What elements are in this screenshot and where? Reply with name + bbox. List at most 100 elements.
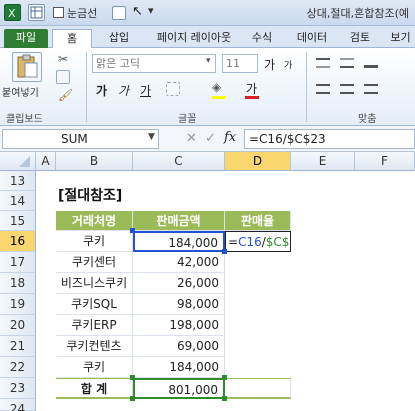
header-ratio[interactable]: 판매율 bbox=[225, 211, 291, 231]
column-header-e[interactable]: E bbox=[291, 152, 355, 171]
svg-text:X: X bbox=[8, 7, 16, 20]
fill-color-icon[interactable]: ◈ bbox=[212, 80, 221, 94]
title-bar: X 눈금선 ↖ ▾ 상대,절대,혼합참조(예 bbox=[0, 0, 415, 26]
name-box[interactable]: SUM bbox=[2, 129, 159, 149]
column-header-b[interactable]: B bbox=[56, 152, 133, 171]
font-name-combo[interactable]: 맑은 고딕 bbox=[92, 54, 216, 73]
ribbon-separator bbox=[306, 52, 307, 122]
sheet-title: [절대참조] bbox=[58, 188, 123, 204]
qat-customize-icon[interactable]: ▾ bbox=[148, 4, 154, 17]
client-cell[interactable]: 쿠키SQL bbox=[56, 294, 133, 315]
tab-file[interactable]: 파일 bbox=[4, 29, 48, 48]
row-header-21[interactable]: 21 bbox=[0, 336, 36, 357]
sales-cell[interactable]: 69,000 bbox=[133, 336, 225, 357]
shrink-font-icon[interactable]: 가 bbox=[284, 58, 292, 71]
paste-icon[interactable] bbox=[12, 52, 42, 82]
active-cell-d16[interactable]: =C16/$C$23 bbox=[225, 231, 291, 252]
row-header-14[interactable]: 14 bbox=[0, 191, 36, 211]
sales-cell[interactable]: 98,000 bbox=[133, 294, 225, 315]
client-cell[interactable]: 쿠키컨텐츠 bbox=[56, 336, 133, 357]
align-middle-icon[interactable] bbox=[340, 58, 354, 68]
excel-app-icon[interactable]: X bbox=[4, 4, 21, 21]
insert-function-icon[interactable]: fx bbox=[224, 130, 236, 145]
fill-color-swatch bbox=[212, 96, 226, 99]
tab-home[interactable]: 홈 bbox=[52, 29, 92, 48]
row-header-18[interactable]: 18 bbox=[0, 273, 36, 294]
column-header-d[interactable]: D bbox=[225, 152, 291, 171]
gridlines-checkbox[interactable] bbox=[53, 7, 64, 18]
sales-cell[interactable]: 42,000 bbox=[133, 252, 225, 273]
paste-button[interactable]: 붙여넣기 bbox=[2, 84, 39, 99]
row-header-22[interactable]: 22 bbox=[0, 357, 36, 378]
row-header-23[interactable]: 23 bbox=[0, 378, 36, 399]
align-right-icon[interactable] bbox=[364, 84, 378, 94]
client-cell[interactable]: 쿠키 bbox=[56, 231, 133, 252]
tab-page-layout[interactable]: 페이지 레이아웃 bbox=[146, 29, 242, 48]
tab-view[interactable]: 보기 bbox=[386, 29, 415, 48]
borders-icon[interactable] bbox=[166, 82, 180, 96]
row-header-17[interactable]: 17 bbox=[0, 252, 36, 273]
total-label[interactable]: 합 계 bbox=[56, 378, 133, 399]
name-box-value: SUM bbox=[61, 132, 88, 146]
underline-button[interactable]: 가 bbox=[140, 82, 151, 99]
tab-review[interactable]: 검토 bbox=[344, 29, 376, 48]
column-header-c[interactable]: C bbox=[133, 152, 225, 171]
row-header-20[interactable]: 20 bbox=[0, 315, 36, 336]
font-color-icon[interactable]: 가 bbox=[246, 80, 257, 97]
tab-insert[interactable]: 삽입 bbox=[102, 29, 136, 48]
column-header-a[interactable]: A bbox=[36, 152, 56, 171]
clipboard-group-label: 클립보드 bbox=[6, 114, 43, 125]
sales-cell[interactable]: 184,000 bbox=[133, 357, 225, 378]
sales-cell[interactable]: 198,000 bbox=[133, 315, 225, 336]
client-cell[interactable]: 비즈니스쿠키 bbox=[56, 273, 133, 294]
sales-cell[interactable]: 26,000 bbox=[133, 273, 225, 294]
format-painter-icon[interactable]: 🖌 bbox=[58, 88, 73, 102]
qat-checkbox-icon[interactable] bbox=[112, 6, 126, 20]
cancel-icon[interactable]: ✕ bbox=[186, 131, 197, 146]
client-cell[interactable]: 쿠키 bbox=[56, 357, 133, 378]
bold-button[interactable]: 가 bbox=[96, 82, 107, 99]
header-client[interactable]: 거래처명 bbox=[56, 211, 133, 231]
ribbon-separator bbox=[86, 52, 87, 122]
total-cell-c23[interactable]: 801,000 bbox=[133, 378, 225, 399]
row-header-19[interactable]: 19 bbox=[0, 294, 36, 315]
ratio-total-cell[interactable] bbox=[225, 378, 291, 399]
column-header-f[interactable]: F bbox=[355, 152, 415, 171]
formula-eq: = bbox=[228, 235, 239, 249]
range-handle[interactable] bbox=[130, 396, 135, 401]
row-header-15[interactable]: 15 bbox=[0, 211, 36, 231]
range-handle[interactable] bbox=[222, 396, 227, 401]
name-box-dropdown-icon[interactable]: ▼ bbox=[148, 132, 155, 142]
tab-data[interactable]: 데이터 bbox=[292, 29, 332, 48]
layout-view-icon[interactable] bbox=[28, 4, 45, 21]
row-header-13[interactable]: 13 bbox=[0, 171, 36, 191]
range-handle[interactable] bbox=[130, 375, 135, 380]
qat-pointer-icon[interactable]: ↖ bbox=[132, 4, 143, 19]
sales-cell-c16[interactable]: 184,000 bbox=[133, 231, 225, 252]
align-bottom-icon[interactable] bbox=[364, 58, 378, 68]
range-handle[interactable] bbox=[222, 375, 227, 380]
align-top-icon[interactable] bbox=[316, 58, 330, 68]
enter-icon[interactable]: ✓ bbox=[205, 131, 216, 146]
formula-bar: SUM ▼ ✕ ✓ fx =C16/$C$23 bbox=[0, 126, 415, 152]
range-handle[interactable] bbox=[222, 249, 227, 254]
row-header-16[interactable]: 16 bbox=[0, 231, 36, 252]
cut-icon[interactable]: ✂ bbox=[58, 52, 68, 66]
header-sales[interactable]: 판매금액 bbox=[133, 211, 225, 231]
font-name-dropdown-icon[interactable]: ▾ bbox=[206, 56, 211, 66]
font-size-combo[interactable]: 11 bbox=[222, 54, 258, 73]
range-handle[interactable] bbox=[130, 228, 135, 233]
tab-formulas[interactable]: 수식 bbox=[246, 29, 278, 48]
select-all-corner[interactable] bbox=[0, 152, 36, 171]
align-center-icon[interactable] bbox=[340, 84, 354, 94]
client-cell[interactable]: 쿠키ERP bbox=[56, 315, 133, 336]
align-left-icon[interactable] bbox=[316, 84, 330, 94]
alignment-group-label: 맞춤 bbox=[358, 114, 377, 125]
row-header-24[interactable]: 24 bbox=[0, 399, 36, 411]
italic-button[interactable]: 가 bbox=[118, 82, 129, 99]
copy-icon[interactable] bbox=[56, 70, 70, 84]
grow-font-icon[interactable]: 가 bbox=[264, 56, 275, 73]
window-title: 상대,절대,혼합참조(예 bbox=[306, 7, 409, 20]
formula-input[interactable]: =C16/$C$23 bbox=[244, 129, 415, 149]
client-cell[interactable]: 쿠키센터 bbox=[56, 252, 133, 273]
